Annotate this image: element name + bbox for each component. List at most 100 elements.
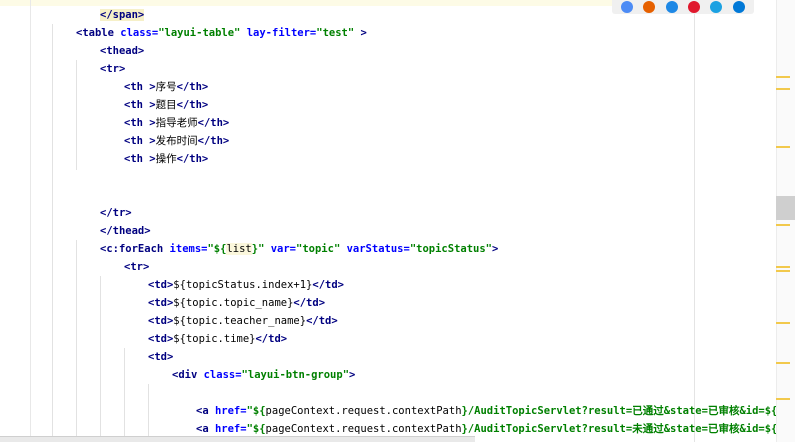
code-line[interactable]: <a href="${pageContext.request.contextPa… [196, 402, 795, 420]
code-line[interactable]: <th >操作</th> [124, 150, 208, 168]
current-line-strip [0, 0, 612, 6]
code-token: <c:forEach [100, 243, 170, 255]
code-token: </th> [176, 81, 209, 93]
stripe-mark[interactable] [776, 146, 790, 148]
code-line[interactable]: <thead> [100, 42, 144, 60]
gutter-divider [30, 0, 31, 442]
firefox-icon[interactable] [643, 1, 656, 13]
code-token: <td> [148, 351, 174, 363]
code-token: pageContext.request.contextPath [265, 423, 462, 435]
code-token: ${topic.teacher_name} [173, 315, 307, 327]
ie-icon[interactable] [710, 1, 723, 13]
code-token: > [492, 243, 499, 255]
code-line[interactable]: </span> [100, 6, 145, 24]
code-line[interactable]: <th >指导老师</th> [124, 114, 229, 132]
code-token: "${ [207, 243, 227, 255]
code-token: </span> [100, 9, 145, 21]
code-token: }/AuditTopicServlet?result=未通过&state=已审核… [461, 423, 778, 435]
stripe-mark[interactable] [776, 362, 790, 364]
code-token: "${ [246, 405, 266, 417]
code-token: 序号 [155, 81, 177, 93]
horizontal-scrollbar[interactable] [0, 436, 475, 442]
indent-guide [52, 24, 53, 442]
stripe-mark[interactable] [776, 270, 790, 272]
code-line[interactable]: <th >序号</th> [124, 78, 208, 96]
indent-guide [76, 240, 77, 440]
code-token: </th> [176, 99, 209, 111]
code-token: <th [124, 153, 150, 165]
code-line[interactable]: <td> [148, 348, 173, 366]
code-token: list [226, 243, 252, 255]
code-token: </td> [306, 315, 338, 327]
code-token: <a [196, 423, 215, 435]
code-line[interactable]: <tr> [100, 60, 125, 78]
stripe-mark[interactable] [776, 88, 790, 90]
code-line[interactable]: <td>${topic.time}</td> [148, 330, 287, 348]
code-token: lay-filter= [246, 27, 317, 39]
code-token: <th [124, 117, 150, 129]
code-token: <th [124, 81, 150, 93]
stripe-mark[interactable] [776, 196, 795, 220]
code-line[interactable]: </tr> [100, 204, 132, 222]
edge-icon[interactable] [732, 1, 745, 13]
code-line[interactable]: <table class="layui-table" lay-filter="t… [76, 24, 367, 42]
code-token: </thead> [100, 225, 151, 237]
code-token: <th [124, 99, 150, 111]
right-margin-guide [694, 0, 695, 442]
code-editor[interactable]: </span> <table class="layui-table" lay-fi… [0, 0, 795, 442]
code-token: ${topicStatus.index+1} [173, 279, 313, 291]
code-token: <div [172, 369, 204, 381]
chrome-icon[interactable] [621, 1, 634, 13]
code-token: <td> [148, 315, 174, 327]
stripe-mark[interactable] [776, 76, 790, 78]
code-token: <td> [148, 279, 174, 291]
code-token: <thead> [100, 45, 145, 57]
stripe-mark[interactable] [776, 266, 790, 268]
code-token: }/AuditTopicServlet?result=已通过&state=已审核… [461, 405, 778, 417]
indent-guide [148, 384, 149, 442]
error-stripe[interactable] [776, 0, 795, 442]
code-token: "${ [246, 423, 266, 435]
code-token: > [360, 27, 367, 39]
code-token: <a [196, 405, 215, 417]
code-token: "test" [316, 27, 361, 39]
code-line[interactable]: <tr> [124, 258, 149, 276]
code-token: > [349, 369, 356, 381]
code-token: </th> [176, 153, 209, 165]
code-token: 题目 [155, 99, 177, 111]
code-line[interactable]: <c:forEach items="${list}" var="topic" v… [100, 240, 498, 258]
code-token: <td> [148, 333, 174, 345]
safari-icon[interactable] [665, 1, 678, 13]
code-token: ${topic.time} [173, 333, 256, 345]
browser-preview-bar [612, 0, 754, 14]
code-token: items= [169, 243, 208, 255]
code-token: 操作 [155, 153, 177, 165]
code-token: }" [251, 243, 271, 255]
code-line[interactable]: <th >发布时间</th> [124, 132, 229, 150]
code-token: href= [214, 423, 247, 435]
code-token: "layui-table" [158, 27, 247, 39]
code-line[interactable]: <th >题目</th> [124, 96, 208, 114]
code-line[interactable]: </thead> [100, 222, 151, 240]
code-line[interactable]: <td>${topic.topic_name}</td> [148, 294, 325, 312]
indent-guide [124, 348, 125, 438]
code-token: </th> [197, 117, 230, 129]
code-token: "layui-btn-group" [241, 369, 350, 381]
code-line[interactable]: <div class="layui-btn-group"> [172, 366, 355, 384]
code-token: <tr> [100, 63, 126, 75]
code-line[interactable]: <td>${topicStatus.index+1}</td> [148, 276, 344, 294]
code-token: <tr> [124, 261, 150, 273]
code-token: </th> [197, 135, 230, 147]
stripe-mark[interactable] [776, 224, 790, 226]
code-token: 指导老师 [155, 117, 198, 129]
code-token: <table [76, 27, 121, 39]
code-token: "topic" [296, 243, 347, 255]
code-token: </td> [255, 333, 288, 345]
opera-icon[interactable] [688, 1, 701, 13]
indent-guide [100, 276, 101, 436]
code-token: <td> [148, 297, 174, 309]
stripe-mark[interactable] [776, 398, 790, 400]
stripe-mark[interactable] [776, 322, 790, 324]
code-token: pageContext.request.contextPath [265, 405, 462, 417]
code-line[interactable]: <td>${topic.teacher_name}</td> [148, 312, 338, 330]
